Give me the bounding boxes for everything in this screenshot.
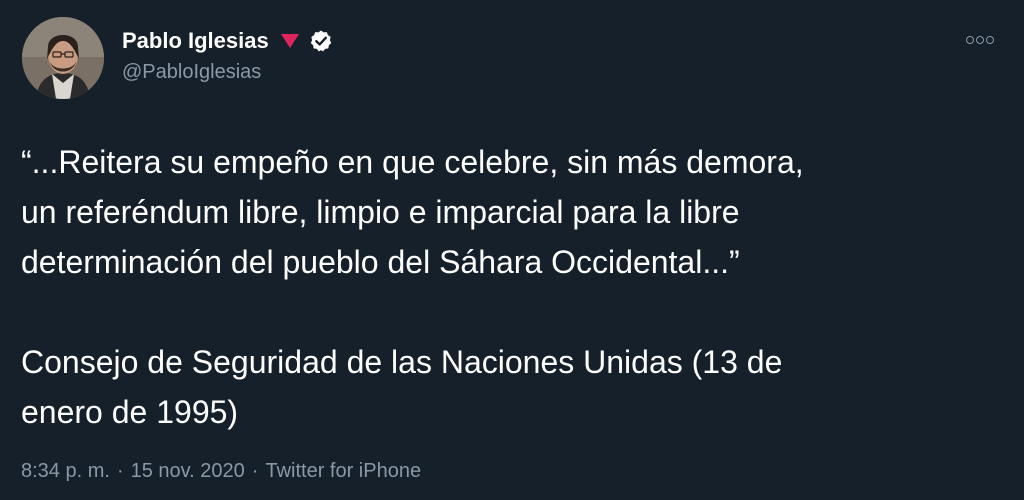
tweet-line: “...Reitera su empeño en que celebre, si… <box>21 144 804 180</box>
avatar-photo <box>22 17 104 99</box>
author-handle[interactable]: @PabloIglesias <box>122 61 261 84</box>
red-triangle-flag-icon <box>280 33 300 49</box>
tweet-date[interactable]: 15 nov. 2020 <box>131 460 245 482</box>
author-display-name[interactable]: Pablo Iglesias <box>122 28 269 54</box>
more-dot <box>976 36 984 44</box>
more-options-icon[interactable] <box>962 30 998 50</box>
meta-separator: · <box>116 460 124 482</box>
tweet-client[interactable]: Twitter for iPhone <box>265 460 421 482</box>
avatar[interactable] <box>22 17 104 99</box>
tweet-line: enero de 1995) <box>21 394 239 430</box>
tweet-card: Pablo Iglesias @PabloIglesias “...Reiter… <box>0 0 1024 500</box>
tweet-time[interactable]: 8:34 p. m. <box>21 460 110 482</box>
more-dot <box>966 36 974 44</box>
meta-separator: · <box>251 460 259 482</box>
tweet-line: Consejo de Seguridad de las Naciones Uni… <box>21 344 783 380</box>
author-name-row: Pablo Iglesias <box>122 26 333 56</box>
more-dot <box>986 36 994 44</box>
tweet-text: “...Reitera su empeño en que celebre, si… <box>21 137 1011 437</box>
tweet-line: un referéndum libre, limpio e imparcial … <box>21 194 740 230</box>
verified-badge-icon <box>309 29 333 53</box>
tweet-metadata: 8:34 p. m. · 15 nov. 2020 · Twitter for iPho… <box>21 460 421 483</box>
tweet-line: determinación del pueblo del Sáhara Occi… <box>21 244 740 280</box>
